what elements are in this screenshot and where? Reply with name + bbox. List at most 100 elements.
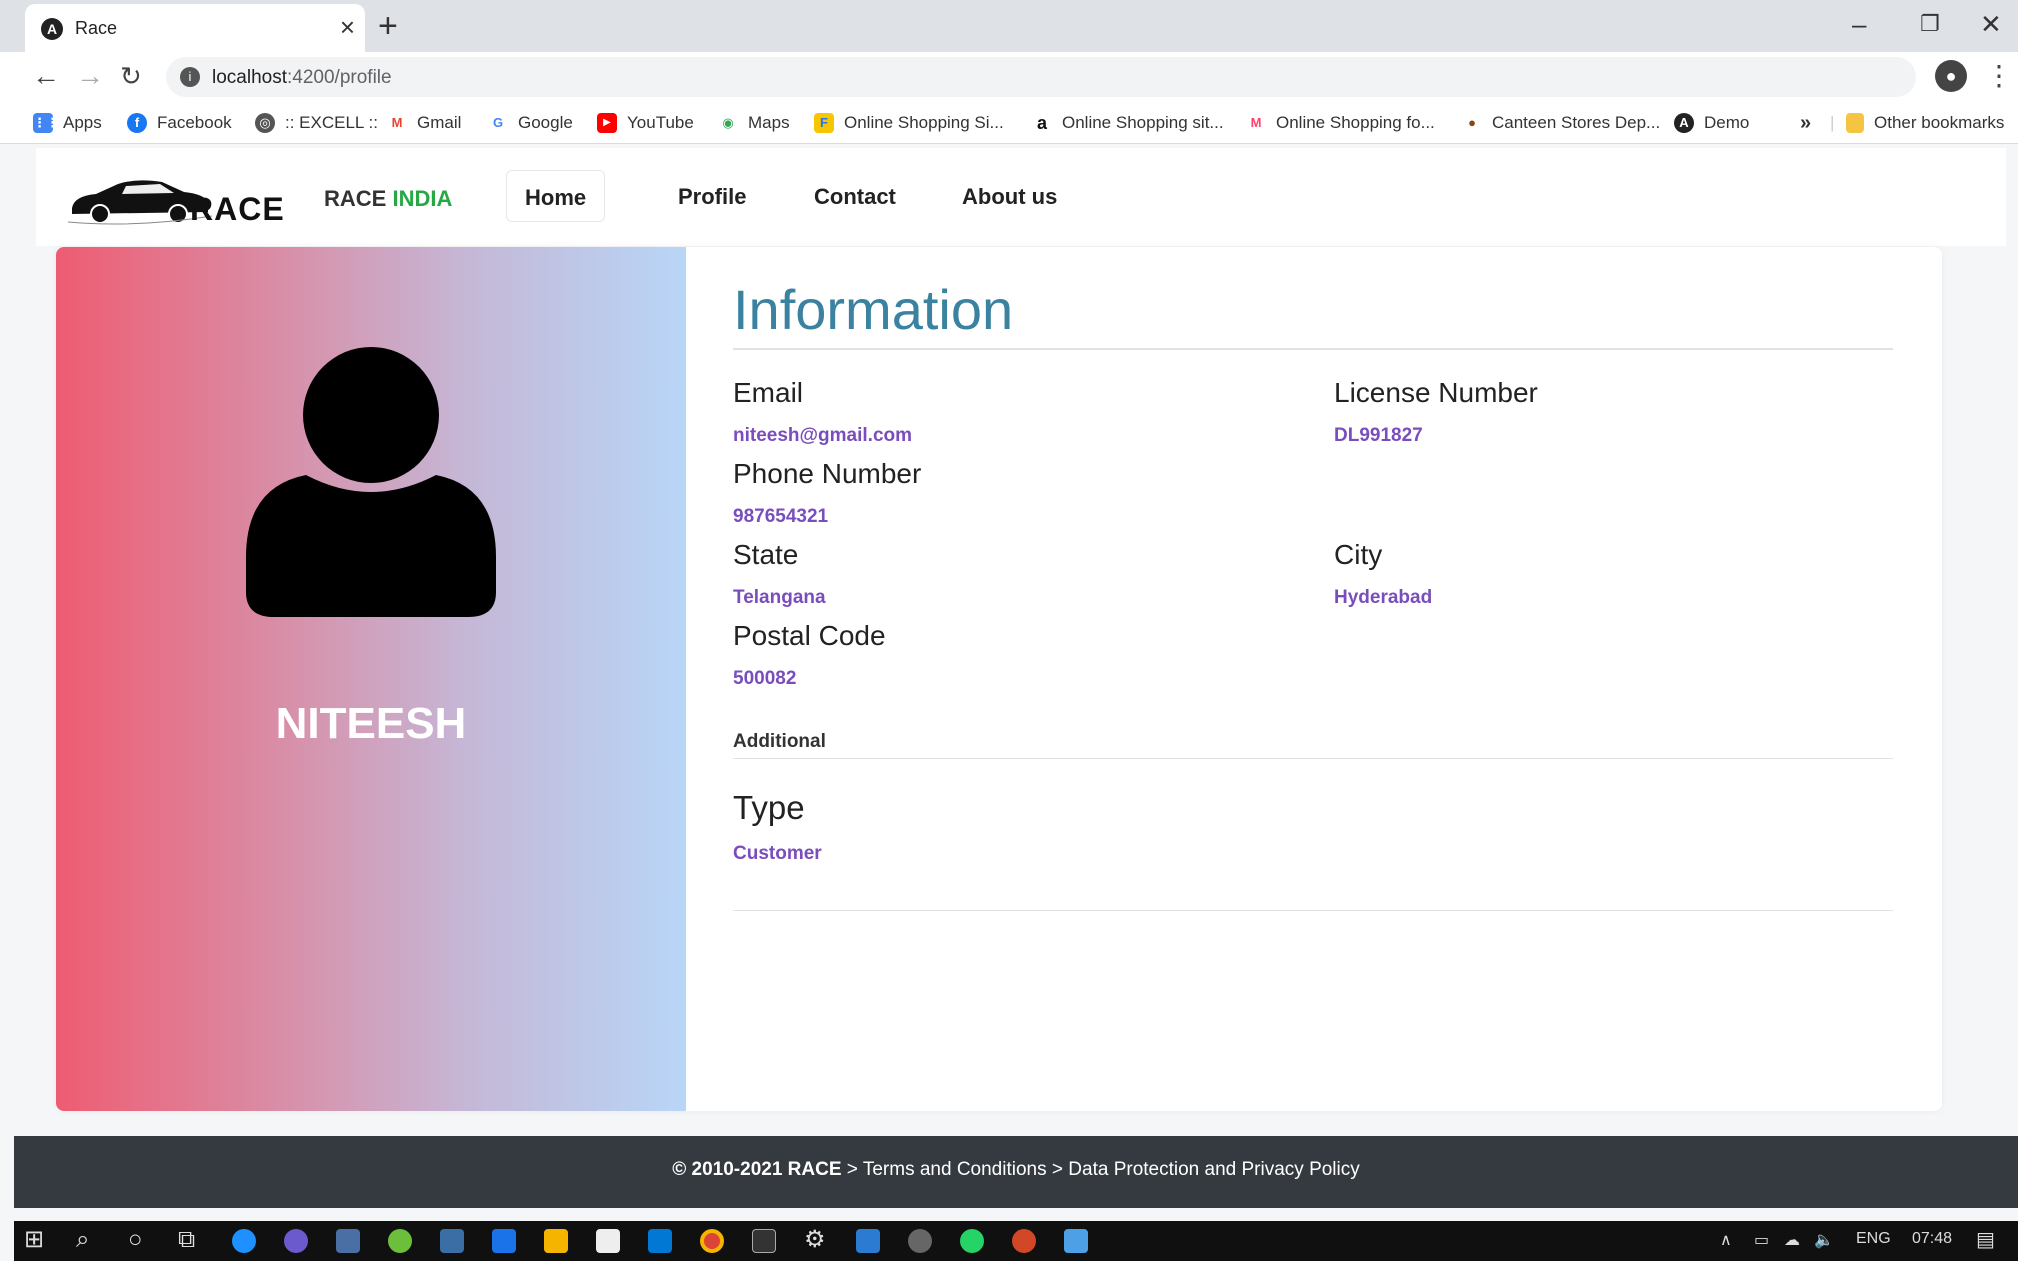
app-icon[interactable] [908,1229,932,1253]
close-icon[interactable]: × [340,14,355,40]
information-divider [733,348,1893,350]
brand-accent: INDIA [392,186,453,211]
bookmark-excell[interactable]: ◎:: EXCELL :: [255,111,378,135]
bookmark-label: YouTube [627,113,694,132]
license-label: License Number [1334,377,1538,408]
bookmark-youtube[interactable]: ▶ YouTube [597,111,694,135]
windows-start-icon[interactable]: ⊞ [24,1225,44,1255]
account-icon[interactable]: ● [1935,60,1967,92]
store-icon[interactable] [596,1229,620,1253]
minimize-icon[interactable]: – [1852,6,1866,42]
task-view-icon[interactable]: ⧉ [178,1225,195,1255]
address-bar[interactable]: i localhost:4200/profile [166,57,1916,97]
volume-icon[interactable]: 🔈 [1814,1230,1834,1250]
app-icon[interactable] [440,1229,464,1253]
windows-taskbar: ⊞ ⌕ ○ ⧉ ⚙ ∧ ▭ ☁ 🔈 ENG 07:48 ▤ [14,1221,2018,1261]
information-heading: Information [733,278,1014,341]
browser-tab-race[interactable]: A Race × [25,4,365,52]
vscode-icon[interactable] [648,1229,672,1253]
url-host: localhost [212,67,287,88]
site-info-icon[interactable]: i [180,67,200,87]
close-window-icon[interactable]: ✕ [1980,6,2002,42]
notifications-icon[interactable]: ▤ [1976,1227,1995,1252]
more-menu-icon[interactable]: ⋮ [1985,58,2013,94]
tray-overflow-icon[interactable]: ∧ [1720,1230,1732,1250]
postal-code-label: Postal Code [733,620,886,651]
bookmark-label: Online Shopping Si... [844,113,1004,132]
bookmark-label: Online Shopping fo... [1276,113,1435,132]
terms-link[interactable]: Terms and Conditions [863,1159,1047,1180]
app-icon[interactable] [856,1229,880,1253]
file-explorer-icon[interactable] [544,1229,568,1253]
type-label: Type [733,789,805,826]
clock[interactable]: 07:48 [1912,1230,1952,1248]
additional-heading: Additional [733,731,826,752]
globe-icon: ◎ [255,113,275,133]
angular-icon: A [41,18,63,40]
bookmarks-overflow-button[interactable]: » [1800,111,1811,135]
bookmark-label: Maps [748,113,790,132]
license-value: DL991827 [1334,425,1423,446]
bookmark-gmail[interactable]: M Gmail [387,111,461,135]
bookmark-demo[interactable]: A Demo [1674,111,1749,135]
nav-about-us[interactable]: About us [944,170,1075,222]
restore-icon[interactable]: ❐ [1920,6,1940,42]
myntra-icon: M [1246,113,1266,133]
url-text[interactable]: localhost:4200/profile [212,67,392,89]
race-logo[interactable]: RACE [66,166,286,230]
footer-separator: > [846,1159,858,1180]
bookmark-maps[interactable]: ◉ Maps [718,111,790,135]
bookmark-label: Apps [63,113,102,132]
brand-name[interactable]: RACE INDIA [324,186,452,212]
nav-home[interactable]: Home [506,170,606,222]
bookmark-label: Online Shopping sit... [1062,113,1224,132]
bookmarks-bar: ⋮⋮ Apps f Facebook ◎:: EXCELL :: M Gmail GG… [0,102,2018,144]
powerpoint-icon[interactable] [1012,1229,1036,1253]
search-icon[interactable]: ⌕ [76,1225,89,1255]
onedrive-icon[interactable]: ☁ [1784,1230,1800,1250]
spring-tools-icon[interactable] [388,1229,412,1253]
footer-copyright: © 2010-2021 RACE [672,1159,842,1180]
google-icon: G [488,113,508,133]
browser-tabstrip: A Race × + – ❐ ✕ [0,0,2018,52]
type-value: Customer [733,843,822,864]
bookmark-facebook[interactable]: f Facebook [127,111,232,135]
city-value: Hyderabad [1334,587,1433,608]
bookmark-flipkart[interactable]: F Online Shopping Si... [814,111,1004,135]
profile-name: NITEESH [275,699,467,748]
bookmark-other[interactable]: Other bookmarks [1846,111,2004,135]
city-label: City [1334,539,1383,570]
new-tab-button[interactable]: + [378,8,398,44]
terminal-icon[interactable] [752,1229,776,1253]
language-indicator[interactable]: ENG [1856,1230,1891,1248]
apps-grid-icon: ⋮⋮ [33,113,59,133]
nav-profile[interactable]: Profile [660,170,764,222]
bookmark-apps[interactable]: ⋮⋮ Apps [33,111,102,135]
eclipse-icon[interactable] [284,1229,308,1253]
phone-label: Phone Number [733,458,922,489]
bookmark-label: :: EXCELL :: [285,113,378,132]
sql-server-icon[interactable] [336,1229,360,1253]
reload-icon[interactable]: ↻ [120,58,142,94]
settings-icon[interactable]: ⚙ [804,1225,826,1255]
footer-separator: > [1051,1159,1063,1180]
profile-card: NITEESH Information Email niteesh@gmail.… [56,247,1942,1111]
whatsapp-icon[interactable] [960,1229,984,1253]
forward-arrow-icon[interactable]: → [76,58,104,94]
csd-icon: ● [1462,113,1482,133]
brand-prefix: RACE [324,186,387,211]
edge-icon[interactable] [232,1229,256,1253]
back-arrow-icon[interactable]: ← [32,58,60,94]
photos-icon[interactable] [1064,1229,1088,1253]
bookmark-amazon[interactable]: a Online Shopping sit... [1032,111,1224,135]
network-icon[interactable]: ▭ [1754,1230,1769,1250]
chrome-icon[interactable] [700,1229,724,1253]
bookmark-google[interactable]: G Google [488,111,573,135]
bookmark-csd[interactable]: ● Canteen Stores Dep... [1462,111,1660,135]
bookmark-myntra[interactable]: M Online Shopping fo... [1246,111,1435,135]
mail-icon[interactable] [492,1229,516,1253]
nav-contact[interactable]: Contact [796,170,914,222]
privacy-link[interactable]: Data Protection and Privacy Policy [1068,1159,1359,1180]
cortana-icon[interactable]: ○ [128,1225,143,1255]
state-label: State [733,539,799,570]
